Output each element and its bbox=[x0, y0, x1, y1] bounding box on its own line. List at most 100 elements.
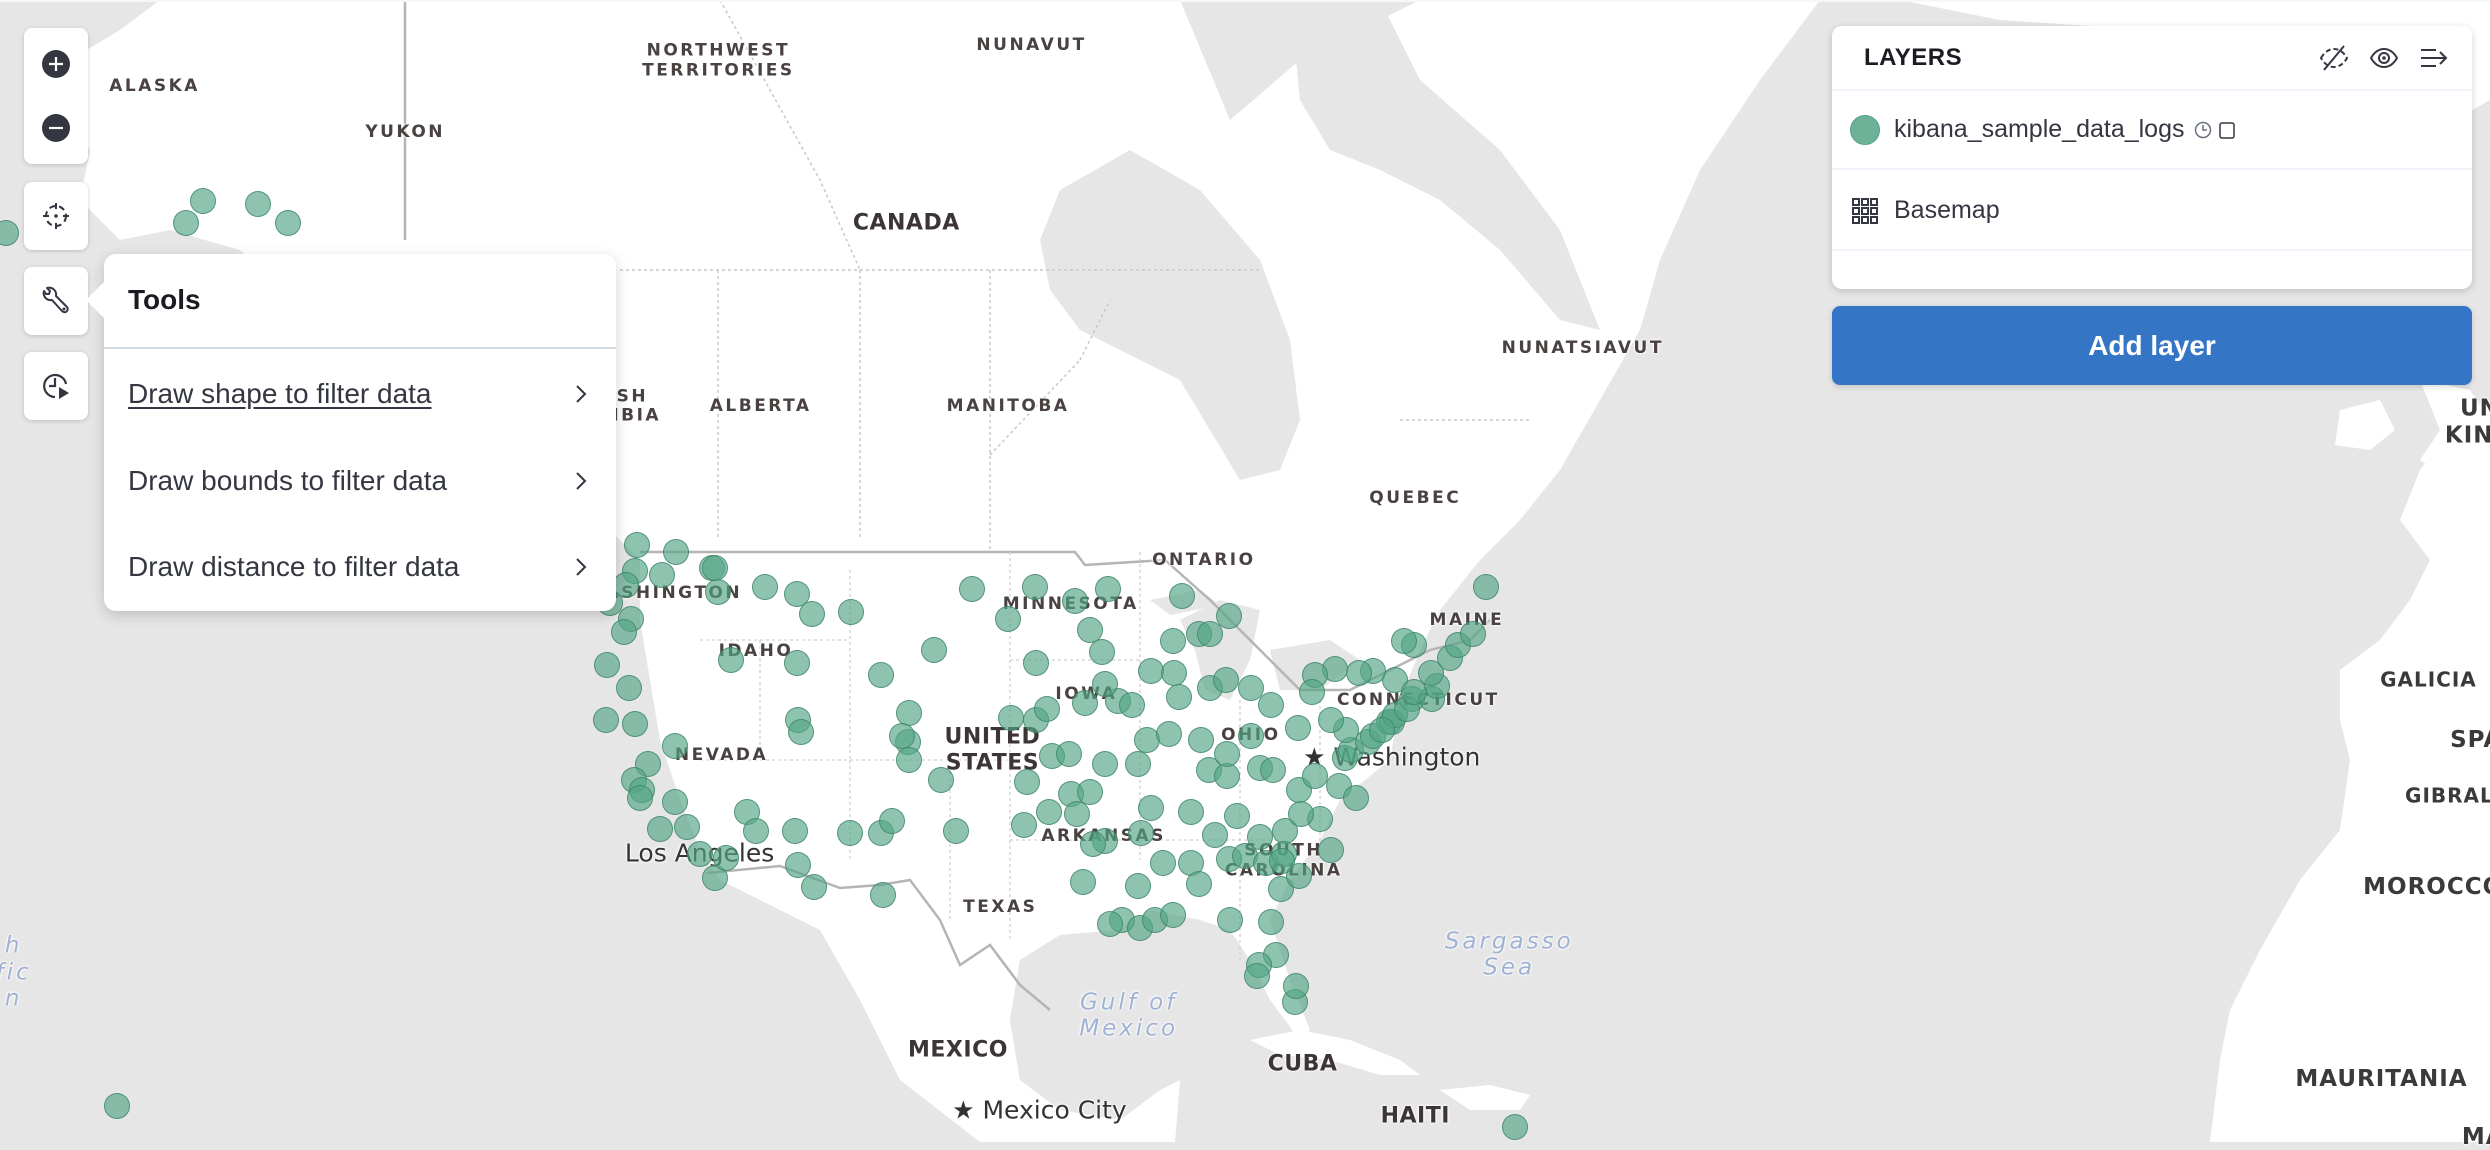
map-data-point[interactable] bbox=[1317, 837, 1344, 864]
map-data-point[interactable] bbox=[1317, 706, 1344, 733]
map-data-point[interactable] bbox=[622, 710, 649, 737]
map-data-point[interactable] bbox=[1391, 627, 1418, 654]
map-data-point[interactable] bbox=[783, 649, 810, 676]
map-data-point[interactable] bbox=[1186, 870, 1213, 897]
map-data-point[interactable] bbox=[274, 210, 301, 237]
map-data-point[interactable] bbox=[1201, 821, 1228, 848]
map-data-point[interactable] bbox=[1259, 757, 1286, 784]
map-data-point[interactable] bbox=[674, 814, 701, 841]
map-data-point[interactable] bbox=[869, 881, 896, 908]
wrench-icon bbox=[42, 286, 69, 314]
map-data-point[interactable] bbox=[1342, 785, 1369, 812]
layer-item-kibana-sample-data-logs[interactable]: kibana_sample_data_logs bbox=[1832, 91, 2472, 170]
zoom-out-button[interactable] bbox=[24, 96, 88, 160]
map-data-point[interactable] bbox=[782, 817, 809, 844]
map-data-point[interactable] bbox=[1021, 573, 1048, 600]
map-data-point[interactable] bbox=[1165, 683, 1192, 710]
tools-popover: Tools Draw shape to filter data Draw bou… bbox=[86, 254, 616, 611]
map-data-point[interactable] bbox=[190, 187, 217, 214]
map-data-point[interactable] bbox=[1159, 902, 1186, 928]
map-data-point[interactable] bbox=[1089, 638, 1116, 665]
map-label: MAURITANIA bbox=[2295, 1065, 2468, 1092]
map-data-point[interactable] bbox=[1063, 800, 1090, 827]
collapse-layers-button[interactable] bbox=[2416, 40, 2452, 76]
map-data-point[interactable] bbox=[1258, 692, 1285, 719]
map-data-point[interactable] bbox=[995, 605, 1022, 632]
map-data-point[interactable] bbox=[1223, 802, 1250, 829]
map-data-point[interactable] bbox=[1070, 868, 1097, 895]
layer-name: kibana_sample_data_logs bbox=[1894, 115, 2185, 143]
map-data-point[interactable] bbox=[1345, 660, 1372, 687]
set-view-control bbox=[24, 182, 88, 250]
map-data-point[interactable] bbox=[1472, 573, 1499, 600]
map-data-point[interactable] bbox=[623, 531, 650, 558]
map-data-point[interactable] bbox=[1128, 819, 1155, 846]
map-data-point[interactable] bbox=[888, 723, 915, 750]
chevron-right-icon bbox=[576, 558, 587, 576]
map-data-point[interactable] bbox=[686, 840, 713, 867]
add-layer-button[interactable]: Add layer bbox=[1832, 306, 2472, 385]
map-data-point[interactable] bbox=[713, 844, 740, 871]
layers-actions bbox=[2316, 40, 2452, 76]
map-data-point[interactable] bbox=[1071, 689, 1098, 716]
map-data-point[interactable] bbox=[1237, 675, 1264, 702]
map-label: h fic n bbox=[0, 932, 32, 1012]
map-data-point[interactable] bbox=[742, 817, 769, 844]
map-data-point[interactable] bbox=[1013, 769, 1040, 796]
map-data-point[interactable] bbox=[927, 767, 954, 794]
tools-button[interactable] bbox=[24, 269, 88, 333]
map-label: ONTARIO bbox=[1152, 550, 1256, 571]
map-label: Sargasso Sea bbox=[1444, 928, 1574, 981]
hide-all-layers-button[interactable] bbox=[2316, 40, 2352, 76]
map-data-point[interactable] bbox=[1187, 727, 1214, 754]
draw-shape-menu-item[interactable]: Draw shape to filter data bbox=[128, 363, 592, 425]
layer-item-basemap[interactable]: Basemap bbox=[1832, 172, 2472, 251]
map-data-point[interactable] bbox=[1010, 812, 1037, 839]
map-data-point[interactable] bbox=[1118, 692, 1145, 719]
show-all-layers-button[interactable] bbox=[2366, 40, 2402, 76]
map-data-point[interactable] bbox=[998, 704, 1025, 731]
map-data-point[interactable] bbox=[1178, 798, 1205, 825]
map-data-point[interactable] bbox=[172, 210, 199, 237]
zoom-in-button[interactable] bbox=[24, 32, 88, 96]
map-data-point[interactable] bbox=[836, 819, 863, 846]
map-data-point[interactable] bbox=[104, 1092, 131, 1119]
map-data-point[interactable] bbox=[1168, 583, 1195, 610]
map-data-point[interactable] bbox=[663, 539, 690, 566]
map-data-point[interactable] bbox=[661, 733, 688, 760]
map-data-point[interactable] bbox=[705, 578, 732, 605]
map-data-point[interactable] bbox=[244, 190, 271, 217]
map-data-point[interactable] bbox=[1287, 800, 1314, 827]
map-data-point[interactable] bbox=[1096, 911, 1123, 938]
map-data-point[interactable] bbox=[1237, 723, 1264, 750]
map-data-point[interactable] bbox=[592, 706, 619, 733]
map-data-point[interactable] bbox=[1092, 670, 1119, 697]
map-data-point[interactable] bbox=[1212, 666, 1239, 693]
map-data-point[interactable] bbox=[1137, 658, 1164, 685]
map-data-point[interactable] bbox=[1284, 714, 1311, 741]
map-label: HAITI bbox=[1380, 1103, 1450, 1129]
map-data-point[interactable] bbox=[1023, 649, 1050, 676]
popover-title: Tools bbox=[128, 284, 201, 315]
timeslider-button[interactable] bbox=[24, 354, 88, 418]
map-data-point[interactable] bbox=[1079, 831, 1106, 858]
map-data-point[interactable] bbox=[1244, 962, 1271, 989]
map-label: CANADA bbox=[852, 210, 960, 236]
map-data-point[interactable] bbox=[1035, 798, 1062, 825]
map-data-point[interactable] bbox=[1137, 794, 1164, 821]
map-data-point[interactable] bbox=[661, 788, 688, 815]
draw-distance-menu-item[interactable]: Draw distance to filter data bbox=[128, 536, 592, 598]
map-data-point[interactable] bbox=[1247, 823, 1274, 850]
draw-bounds-menu-item[interactable]: Draw bounds to filter data bbox=[128, 450, 592, 512]
map-data-point[interactable] bbox=[1125, 872, 1152, 899]
set-view-button[interactable] bbox=[24, 184, 88, 248]
map-data-point[interactable] bbox=[627, 785, 654, 812]
map-data-point[interactable] bbox=[1159, 627, 1186, 654]
map-data-point[interactable] bbox=[594, 651, 621, 678]
map-label: GIBRALTAR bbox=[2405, 783, 2490, 808]
map-data-point[interactable] bbox=[921, 636, 948, 663]
map-label: QUEBEC bbox=[1369, 488, 1462, 509]
map-label: TEXAS bbox=[963, 896, 1038, 917]
tool-item-label: Draw distance to filter data bbox=[128, 551, 460, 582]
map-data-point[interactable] bbox=[1062, 587, 1089, 614]
